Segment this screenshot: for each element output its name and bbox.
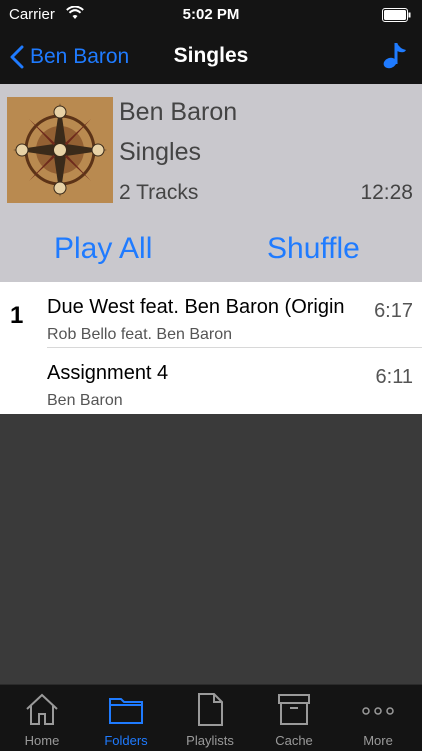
tab-bar: Home Folders Playlists Cache More [0,684,422,751]
album-artist: Ben Baron [119,98,238,126]
track-duration: 6:11 [375,366,413,388]
track-title: Assignment 4 [47,362,169,384]
tab-label: Folders [104,733,148,748]
track-row[interactable]: 1 Due West feat. Ben Baron (Origin Rob B… [0,282,422,348]
tab-more[interactable]: More [336,685,420,751]
album-track-count: 2 Tracks [119,181,199,204]
track-artist: Ben Baron [47,392,123,409]
track-row[interactable]: Assignment 4 Ben Baron 6:11 [0,348,422,414]
tab-cache[interactable]: Cache [252,685,336,751]
page-title: Singles [173,44,249,67]
tab-home[interactable]: Home [0,685,84,751]
track-artist: Rob Bello feat. Ben Baron [47,326,233,343]
tab-label: Playlists [186,733,234,748]
album-header: Ben Baron Singles 2 Tracks 12:28 Play Al… [0,84,422,282]
tab-folders[interactable]: Folders [84,685,168,751]
status-bar: Carrier 5:02 PM [0,0,422,30]
tab-label: Cache [275,733,313,748]
music-note-icon[interactable] [382,40,408,70]
track-duration: 6:17 [374,300,413,322]
track-number: 1 [10,302,24,329]
track-list: 1 Due West feat. Ben Baron (Origin Rob B… [0,282,422,414]
navigation-bar: Ben Baron Singles [0,30,422,84]
folder-icon [109,698,143,724]
more-icon [362,707,394,715]
home-icon [26,693,58,725]
album-duration: 12:28 [360,181,413,204]
archive-icon [278,694,310,725]
shuffle-button[interactable]: Shuffle [267,232,360,266]
status-time: 5:02 PM [182,6,240,23]
battery-icon [382,8,411,22]
album-art-compass [7,97,113,203]
tab-label: Home [24,733,60,748]
album-name: Singles [119,138,201,166]
document-icon [198,693,223,726]
tab-playlists[interactable]: Playlists [168,685,252,751]
tab-label: More [363,733,393,748]
track-title: Due West feat. Ben Baron (Origin [47,296,345,318]
play-all-button[interactable]: Play All [54,232,152,266]
